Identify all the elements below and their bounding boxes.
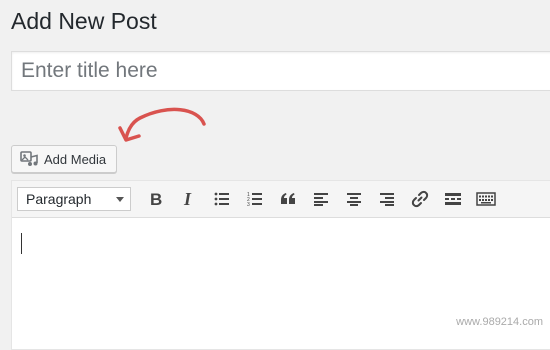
read-more-icon [444,193,461,205]
svg-text:I: I [183,191,192,207]
read-more-button[interactable] [436,184,469,214]
bulleted-list-button[interactable] [205,184,238,214]
numbered-list-button[interactable]: 1 2 3 [238,184,271,214]
numbered-list-icon: 1 2 3 [247,192,262,207]
add-media-label: Add Media [44,151,107,167]
italic-button[interactable]: I [172,184,205,214]
align-center-icon [346,193,361,206]
svg-text:B: B [150,191,162,207]
italic-icon: I [183,191,192,207]
post-title-input[interactable] [11,51,550,91]
editor-content-area[interactable] [12,218,550,348]
keyboard-icon [475,192,496,206]
text-cursor [21,233,22,254]
align-left-button[interactable] [304,184,337,214]
svg-text:3: 3 [247,202,250,207]
annotation-arrow-icon [118,107,206,142]
align-right-icon [379,193,394,206]
add-media-button[interactable]: Add Media [11,145,118,173]
chevron-down-icon [116,196,124,202]
page-title: Add New Post [11,8,157,34]
media-icon [20,151,38,167]
bulleted-list-icon [214,192,229,206]
toolbar-toggle-button[interactable] [469,184,502,214]
blockquote-icon [280,193,295,204]
insert-link-button[interactable] [403,184,436,214]
bold-button[interactable]: B [139,184,172,214]
format-select[interactable]: Paragraph [17,187,131,211]
blockquote-button[interactable] [271,184,304,214]
link-icon [411,190,428,208]
editor-toolbar: Paragraph B I 1 2 3 [12,181,550,218]
align-right-button[interactable] [370,184,403,214]
format-select-value: Paragraph [26,191,92,207]
align-left-icon [313,193,328,206]
bold-icon: B [150,191,162,207]
watermark: www.989214.com [456,316,543,328]
align-center-button[interactable] [337,184,370,214]
